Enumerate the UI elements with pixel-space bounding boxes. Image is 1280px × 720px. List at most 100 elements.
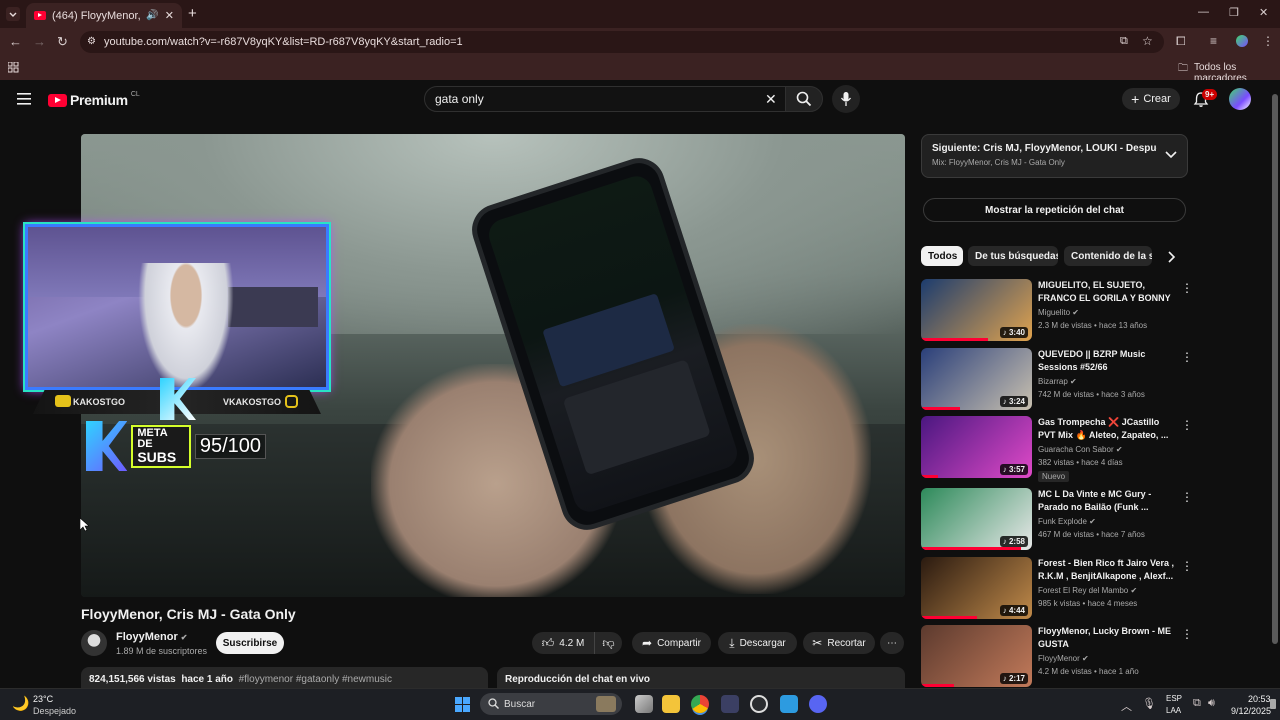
discord-icon[interactable]	[809, 695, 827, 713]
show-chat-replay-button[interactable]: Mostrar la repetición del chat	[923, 198, 1186, 222]
duration-badge: ♪ 3:24	[999, 396, 1028, 407]
hamburger-menu-icon[interactable]	[17, 93, 31, 105]
recommendation-item[interactable]: ♪ 3:57 Gas Trompecha ❌ JCastillo PVT Mix …	[921, 416, 1193, 482]
new-tab-button[interactable]: +	[188, 5, 197, 22]
duration-text: 2:17	[1008, 674, 1025, 683]
more-vertical-icon[interactable]: ⋮	[1181, 559, 1193, 573]
subscribe-button[interactable]: Suscribirse	[216, 632, 284, 654]
create-button[interactable]: + Crear	[1122, 88, 1180, 110]
scrollbar-thumb[interactable]	[1272, 94, 1278, 644]
recommendation-thumbnail[interactable]: ♪ 2:17	[921, 625, 1032, 687]
address-bar[interactable]: ⚙ youtube.com/watch?v=-r687V8yqKY&list=R…	[80, 31, 1164, 53]
recommendation-channel[interactable]: Bizarrap ✔	[1038, 377, 1077, 386]
recommendation-channel[interactable]: Guaracha Con Sabor ✔	[1038, 445, 1123, 454]
recommendation-item[interactable]: ♪ 2:58 MC L Da Vinte e MC Gury - Parado n…	[921, 488, 1193, 552]
recommendation-channel[interactable]: Miguelito ✔	[1038, 308, 1079, 317]
more-vertical-icon[interactable]: ⋮	[1181, 627, 1193, 641]
recommendation-title[interactable]: MC L Da Vinte e MC Gury - Parado no Bail…	[1038, 488, 1176, 514]
chip-all[interactable]: Todos	[921, 246, 963, 266]
app-icon-circle[interactable]	[750, 695, 768, 713]
share-button[interactable]: ➦ Compartir	[632, 632, 711, 654]
speaker-icon[interactable]: 🔊	[146, 10, 158, 21]
dislike-button[interactable]: 👎︎	[594, 632, 622, 654]
account-avatar[interactable]	[1229, 88, 1251, 110]
up-next-mix-panel[interactable]: Siguiente: Cris MJ, FloyyMenor, LOUKI - …	[921, 134, 1188, 178]
recommendation-thumbnail[interactable]: ♪ 3:24	[921, 348, 1032, 410]
more-actions-button[interactable]: ⋯	[880, 632, 904, 654]
windows-start-icon[interactable]	[455, 697, 470, 712]
recommendation-item[interactable]: ♪ 3:24 QUEVEDO || BZRP Music Sessions #52…	[921, 348, 1193, 412]
network-icon[interactable]: ⧉	[1193, 697, 1201, 710]
profile-avatar-icon[interactable]	[1236, 35, 1248, 47]
bookmark-star-icon[interactable]: ☆	[1142, 34, 1153, 48]
reading-list-icon[interactable]: ≡	[1210, 34, 1217, 48]
recommendation-title[interactable]: QUEVEDO || BZRP Music Sessions #52/66	[1038, 348, 1176, 374]
clear-search-icon[interactable]: ✕	[765, 91, 777, 108]
youtube-logo[interactable]: Premium CL	[48, 91, 140, 108]
recommendation-thumbnail[interactable]: ♪ 4:44	[921, 557, 1032, 619]
chrome-icon[interactable]	[691, 695, 709, 713]
recommendation-item[interactable]: ♪ 3:40 MIGUELITO, EL SUJETO, FRANCO EL GO…	[921, 279, 1193, 343]
recommendation-item[interactable]: ♪ 2:17 FloyyMenor, Lucky Brown - ME GUSTA…	[921, 625, 1193, 689]
close-window-button[interactable]: ✕	[1259, 6, 1268, 19]
tray-mic-icon[interactable]: 🎙︎	[1142, 697, 1156, 710]
search-input[interactable]: gata only ✕	[424, 86, 786, 112]
watch-progress-bar	[921, 547, 1021, 550]
reload-button[interactable]: ↻	[57, 34, 68, 50]
recommendation-channel[interactable]: Funk Explode ✔	[1038, 517, 1096, 526]
extensions-icon[interactable]: ⧠	[1176, 34, 1186, 49]
recommendation-title[interactable]: Gas Trompecha ❌ JCastillo PVT Mix 🔥 Alet…	[1038, 416, 1176, 442]
recommendation-item[interactable]: ♪ 4:44 Forest - Bien Rico ft Jairo Vera ,…	[921, 557, 1193, 621]
taskbar-search-box[interactable]: Buscar	[480, 693, 622, 715]
new-badge: Nuevo	[1038, 471, 1070, 482]
restore-button[interactable]: ❐	[1229, 6, 1239, 19]
site-info-icon[interactable]: ⚙	[87, 36, 96, 47]
browser-menu-icon[interactable]: ⋮	[1262, 34, 1274, 48]
recommendation-thumbnail[interactable]: ♪ 2:58	[921, 488, 1032, 550]
volume-icon[interactable]: 🔊︎	[1208, 697, 1215, 710]
notification-center-icon[interactable]	[1270, 699, 1276, 709]
recommendation-title[interactable]: FloyyMenor, Lucky Brown - ME GUSTA	[1038, 625, 1176, 651]
like-button[interactable]: 👍︎ 4.2 M	[532, 632, 594, 654]
task-view-icon[interactable]	[635, 695, 653, 713]
recommendation-thumbnail[interactable]: ♪ 3:40	[921, 279, 1032, 341]
apps-grid-icon[interactable]	[8, 62, 19, 73]
channel-avatar[interactable]	[81, 630, 107, 656]
back-button[interactable]: ←	[9, 34, 22, 49]
recommendation-title[interactable]: MIGUELITO, EL SUJETO, FRANCO EL GORILA Y…	[1038, 279, 1176, 306]
more-vertical-icon[interactable]: ⋮	[1181, 418, 1193, 432]
file-explorer-icon[interactable]	[662, 695, 680, 713]
language-primary[interactable]: ESP	[1166, 694, 1182, 703]
forward-button[interactable]: →	[33, 34, 46, 49]
tab-close-icon[interactable]: ✕	[165, 9, 174, 22]
search-button[interactable]	[785, 86, 823, 112]
system-tray-chevron-icon[interactable]: ︿	[1121, 698, 1132, 714]
recommendation-channel[interactable]: FloyyMenor ✔	[1038, 654, 1089, 663]
app-icon-blue[interactable]	[780, 695, 798, 713]
recommendation-channel[interactable]: Forest El Rey del Mambo ✔	[1038, 586, 1137, 595]
more-vertical-icon[interactable]: ⋮	[1181, 350, 1193, 364]
channel-name[interactable]: FloyyMenor ✔	[116, 631, 188, 643]
tab-youtube[interactable]: (464) FloyyMenor, Cris MJ 🔊 ✕	[26, 3, 182, 28]
notification-badge: 9+	[1202, 89, 1218, 100]
weather-temp[interactable]: 23°C	[33, 694, 53, 704]
chips-next-chevron-icon[interactable]	[1168, 251, 1176, 263]
clip-button[interactable]: ✂ Recortar	[803, 632, 875, 654]
hashtags[interactable]: #floyymenor #gataonly #newmusic	[239, 674, 392, 685]
duration-badge: ♪ 3:40	[999, 327, 1028, 338]
more-vertical-icon[interactable]: ⋮	[1181, 490, 1193, 504]
more-vertical-icon[interactable]: ⋮	[1181, 281, 1193, 295]
chip-related-content[interactable]: Contenido de la ser	[1064, 246, 1152, 266]
download-button[interactable]: ⤓ Descargar	[718, 632, 797, 654]
recommendation-thumbnail[interactable]: ♪ 3:57	[921, 416, 1032, 478]
minimize-button[interactable]: —	[1198, 6, 1209, 18]
cast-icon[interactable]: ⧉	[1120, 35, 1128, 48]
chevron-down-icon[interactable]	[1165, 151, 1177, 159]
app-icon-dark[interactable]	[721, 695, 739, 713]
tab-search-icon[interactable]	[6, 7, 20, 21]
recommendation-title[interactable]: Forest - Bien Rico ft Jairo Vera , R.K.M…	[1038, 557, 1176, 583]
voice-search-button[interactable]	[832, 85, 860, 113]
clock-time[interactable]: 20:53	[1248, 694, 1271, 704]
recommendation-meta: 985 k vistas • hace 4 meses	[1038, 599, 1138, 608]
chip-from-searches[interactable]: De tus búsquedas	[968, 246, 1058, 266]
